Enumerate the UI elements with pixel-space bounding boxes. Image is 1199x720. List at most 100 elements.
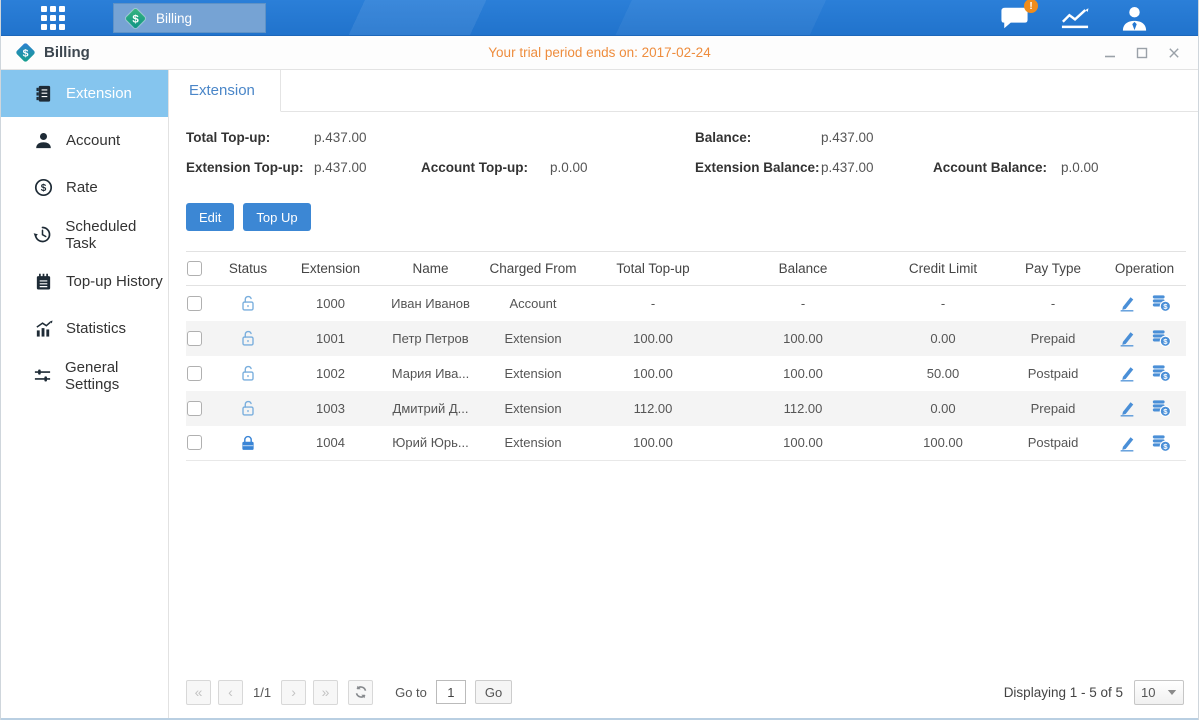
summary-label: Balance: [695,130,821,145]
status-wrap [213,293,283,313]
reports-icon [1058,4,1092,32]
prev-page-button[interactable]: ‹ [218,680,243,705]
summary-row: Extension Top-up:p.437.00Account Top-up:… [186,152,1198,182]
edit-icon[interactable] [1117,328,1137,348]
cell-credit-limit: - [883,286,1003,321]
close-button[interactable] [1164,43,1184,63]
sidebar-item-account[interactable]: Account [1,117,168,164]
summary-value: p.437.00 [314,160,367,175]
column-header-extension: Extension [283,252,378,286]
refresh-button[interactable] [348,680,373,705]
table-header-row: StatusExtensionNameCharged FromTotal Top… [186,252,1186,286]
edit-button[interactable]: Edit [186,203,234,231]
column-header-credit-limit: Credit Limit [883,252,1003,286]
minimize-button[interactable] [1100,43,1120,63]
status-cell [213,391,283,426]
user-button[interactable] [1119,4,1150,33]
cell-total-topup: 112.00 [583,391,723,426]
row-checkbox[interactable] [187,401,202,416]
topup-icon[interactable]: $ [1150,398,1172,418]
maximize-button[interactable] [1132,43,1152,63]
topbar-tab-billing[interactable]: $ Billing [113,3,266,33]
tab-bar: Extension [169,70,1198,112]
status-wrap [213,398,283,418]
table-row-1004: 1004Юрий Юрь...Extension100.00100.00100.… [186,426,1186,461]
row-checkbox[interactable] [187,331,202,346]
cell-total-topup: 100.00 [583,356,723,391]
column-header-status: Status [213,252,283,286]
edit-icon[interactable] [1117,433,1137,453]
status-cell [213,286,283,321]
column-header-label: Operation [1115,261,1174,276]
sidebar-item-rate[interactable]: $Rate [1,164,168,211]
topup-icon[interactable]: $ [1150,433,1172,453]
next-page-icon: › [291,684,296,700]
column-header-label: Charged From [489,261,576,276]
user-icon [1119,4,1150,33]
operation-cell: $ [1103,426,1186,461]
extension-icon [33,84,53,103]
maximize-icon [1135,46,1149,60]
summary-value: p.0.00 [550,160,588,175]
sidebar-item-label: General Settings [65,359,168,393]
status-cell [213,321,283,356]
sidebar-item-label: Account [66,132,120,149]
app-grid-icon [37,3,69,33]
status-cell [213,356,283,391]
summary-value: p.437.00 [821,130,874,145]
window-title-bar: $ Billing Your trial period ends on: 201… [1,36,1198,70]
app-grid-button[interactable] [37,3,69,33]
summary-value: p.0.00 [1061,160,1099,175]
first-page-button[interactable]: « [186,680,211,705]
sidebar-item-top-up-history[interactable]: Top-up History [1,258,168,305]
sidebar-item-extension[interactable]: Extension [1,70,168,117]
select-all-checkbox[interactable] [187,261,202,276]
prev-page-icon: ‹ [228,684,233,700]
unlock-icon [238,293,258,313]
summary-value: p.437.00 [314,130,367,145]
summary-label: Total Top-up: [186,130,314,145]
goto-page-input[interactable] [436,680,466,704]
cell-name: Мария Ива... [378,356,483,391]
messages-button[interactable]: ! [998,4,1031,32]
edit-icon[interactable] [1117,363,1137,383]
status-wrap [213,433,283,453]
next-page-button[interactable]: › [281,680,306,705]
row-checkbox[interactable] [187,435,202,450]
cell-extension: 1003 [283,391,378,426]
cell-extension: 1004 [283,426,378,461]
cell-pay-type: Postpaid [1003,356,1103,391]
top-app-bar: $ Billing ! [1,0,1198,36]
row-checkbox[interactable] [187,296,202,311]
topup-icon[interactable]: $ [1150,293,1172,313]
topup-icon[interactable]: $ [1150,363,1172,383]
rate-icon: $ [33,178,53,197]
unlock-icon [238,398,258,418]
last-page-icon: » [322,684,330,700]
page-indicator: 1/1 [253,685,271,700]
cell-name: Иван Иванов [378,286,483,321]
reports-button[interactable] [1058,4,1092,32]
pagination-bar: « ‹ 1/1 › » Go to Go Displaying 1 - 5 of… [169,672,1198,718]
edit-icon[interactable] [1117,293,1137,313]
last-page-button[interactable]: » [313,680,338,705]
cell-total-topup: - [583,286,723,321]
tab-extension[interactable]: Extension [169,70,281,112]
go-button[interactable]: Go [475,680,512,704]
window-body: Extension Account $RateScheduled TaskTop-u… [1,70,1198,718]
sidebar-item-statistics[interactable]: Statistics [1,305,168,352]
row-checkbox[interactable] [187,366,202,381]
topup-icon[interactable]: $ [1150,328,1172,348]
operation-cell: $ [1103,356,1186,391]
top-up-button[interactable]: Top Up [243,203,310,231]
page-size-select[interactable]: 10 [1134,680,1184,705]
svg-text:$: $ [40,183,46,194]
sidebar-item-scheduled-task[interactable]: Scheduled Task [1,211,168,258]
summary-row: Total Top-up:p.437.00Balance:p.437.00 [186,122,1198,152]
sidebar-item-general-settings[interactable]: General Settings [1,352,168,399]
edit-icon[interactable] [1117,398,1137,418]
svg-text:$: $ [1163,302,1168,311]
billing-window: { "topbar": { "tab": { "label": "Billing… [0,0,1199,720]
account-icon [33,131,53,150]
cell-balance: 100.00 [723,321,883,356]
